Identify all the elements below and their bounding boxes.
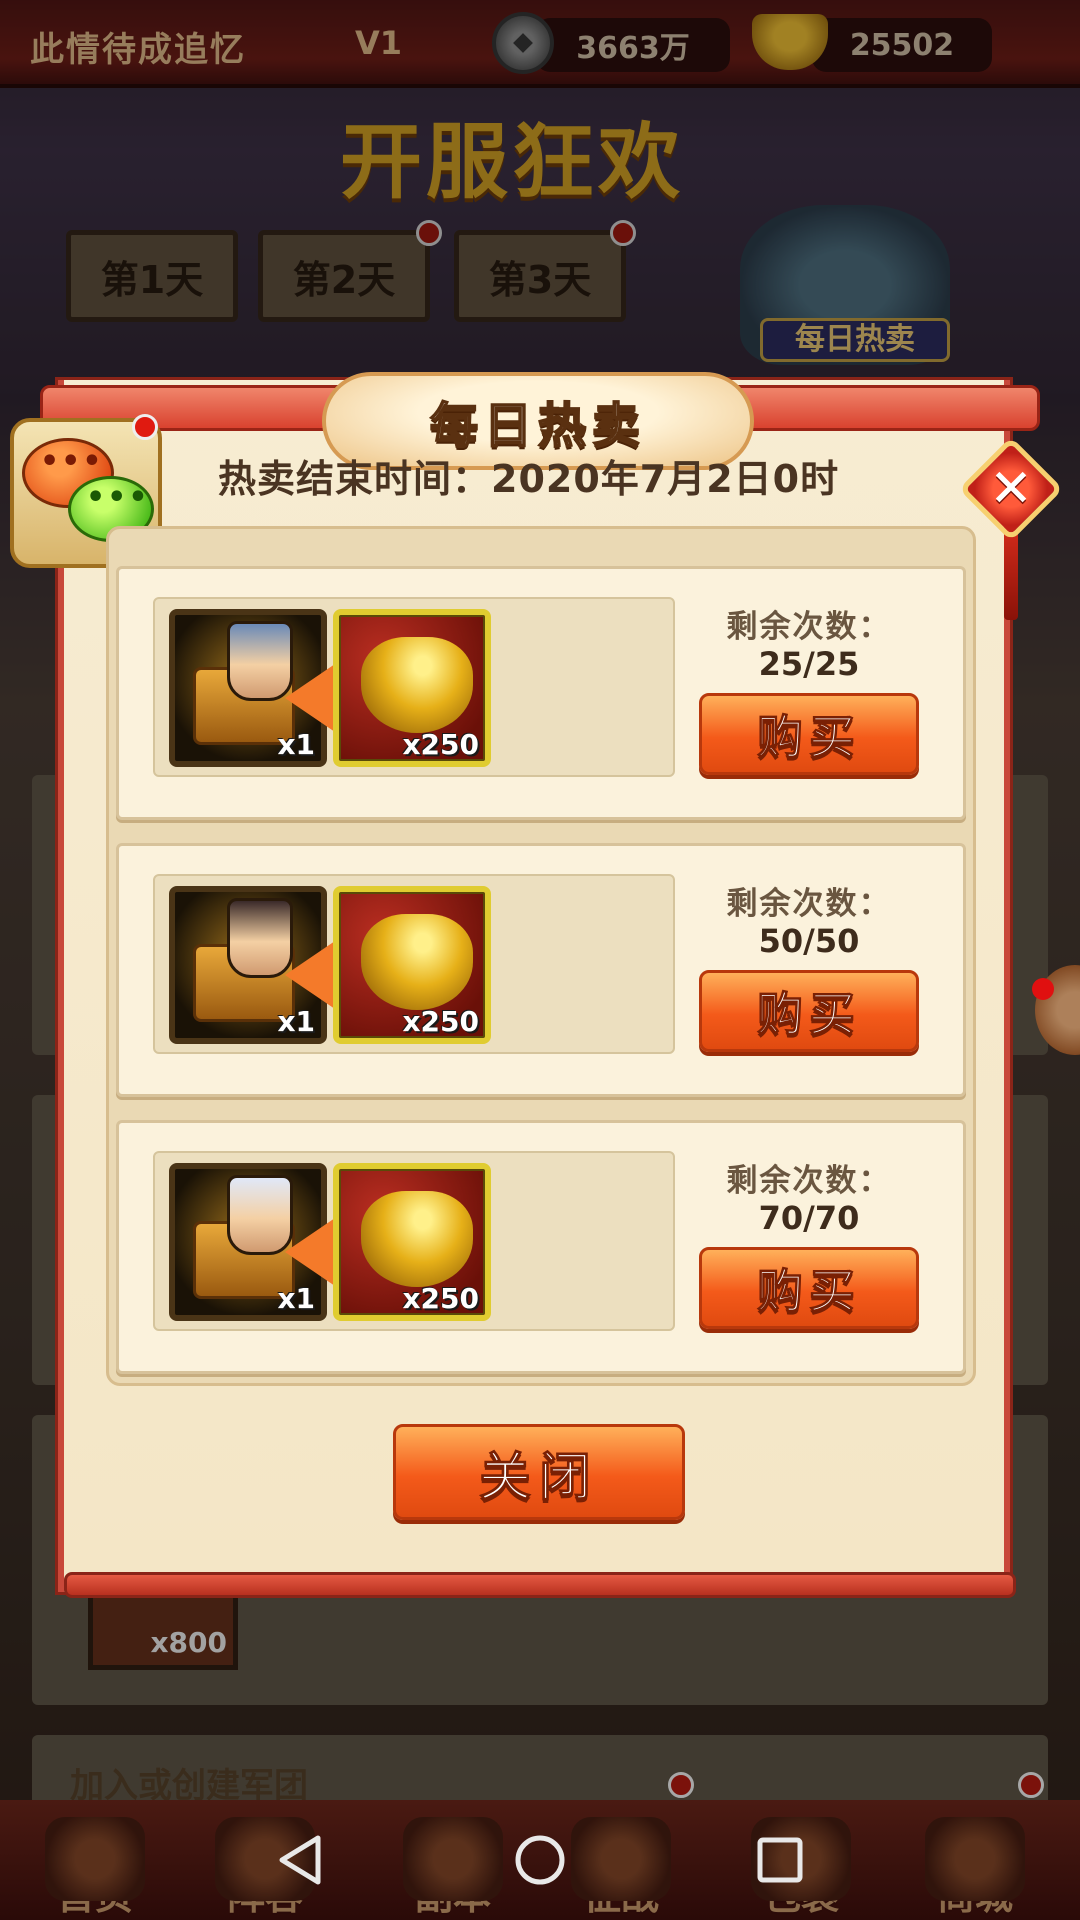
gold-value: 25502 [849, 27, 955, 63]
notification-dot [132, 414, 158, 440]
chat-dots-icon: ••• [86, 480, 150, 515]
chat-dots-icon: ••• [40, 444, 104, 479]
remaining-value: 25/25 [758, 645, 860, 683]
dungeon-icon [403, 1817, 503, 1901]
remaining-value: 50/50 [758, 922, 860, 960]
nav-home[interactable]: 首页 [20, 1800, 170, 1920]
tab-day-2[interactable]: 第2天 [258, 230, 430, 322]
exchange-arrowhead-icon [285, 1218, 335, 1286]
tab-day-2-label: 第2天 [292, 257, 396, 302]
exchange-arrowhead-icon [285, 664, 335, 732]
coin-counter: 3663万 [536, 18, 730, 72]
hero-chest-qty: x1 [277, 1005, 315, 1038]
buy-button[interactable]: 购买 [699, 970, 919, 1052]
gold-ingot-icon [361, 914, 473, 1010]
back-icon[interactable] [272, 1830, 332, 1890]
close-dialog-button[interactable]: 关闭 [393, 1424, 685, 1520]
sale-end-time: 热卖结束时间：2020年7月2日0时 [218, 457, 840, 501]
gold-cost-item[interactable]: x250 [333, 1163, 491, 1321]
dialog-title: 每日热卖 [429, 397, 646, 455]
buy-button-label: 购买 [757, 987, 861, 1042]
hero-portrait-icon [227, 621, 293, 701]
remaining-label: 剩余次数： [726, 1163, 892, 1199]
gold-cost-qty: x250 [402, 1005, 479, 1038]
nav-shop[interactable]: 商城 [900, 1800, 1050, 1920]
notification-dot [1032, 978, 1054, 1000]
home-circle-icon[interactable] [510, 1830, 570, 1890]
coin-icon [492, 12, 554, 74]
buy-button[interactable]: 购买 [699, 693, 919, 775]
hero-chest-qty: x1 [277, 728, 315, 761]
dialog-bottom-bar [64, 1572, 1016, 1598]
event-title: 开服狂欢 [340, 115, 685, 210]
gold-ingot-icon [361, 637, 473, 733]
gold-cost-item[interactable]: x250 [333, 609, 491, 767]
buy-button[interactable]: 购买 [699, 1247, 919, 1329]
tab-day-1[interactable]: 第1天 [66, 230, 238, 322]
offer-row: x1 x250 剩余次数： 50/50 购买 [116, 843, 966, 1097]
close-dialog-label: 关闭 [478, 1447, 599, 1508]
hero-portrait-icon [227, 898, 293, 978]
close-icon[interactable]: ✕ [974, 452, 1048, 526]
notification-dot [668, 1772, 694, 1798]
remaining-value: 70/70 [758, 1199, 860, 1237]
hero-portrait-icon [227, 1175, 293, 1255]
gold-ingot-icon [361, 1191, 473, 1287]
shop-icon [925, 1817, 1025, 1901]
player-name: 此情待成追忆 [30, 30, 246, 70]
campaign-icon [571, 1817, 671, 1901]
exchange-arrowhead-icon [285, 941, 335, 1009]
gold-counter: 25502 [812, 18, 992, 72]
buy-button-label: 购买 [757, 710, 861, 765]
tab-day-3-label: 第3天 [488, 257, 592, 302]
offer-row: x1 x250 剩余次数： 70/70 购买 [116, 1120, 966, 1374]
background-reward-qty: x800 [150, 1626, 227, 1659]
buy-button-label: 购买 [757, 1264, 861, 1319]
tassel-decoration [1004, 530, 1018, 620]
gold-cost-qty: x250 [402, 728, 479, 761]
notification-dot [416, 220, 442, 246]
gold-cost-qty: x250 [402, 1282, 479, 1315]
coin-value: 3663万 [576, 31, 690, 66]
notification-dot [1018, 1772, 1044, 1798]
recents-square-icon[interactable] [750, 1830, 810, 1890]
remaining-label: 剩余次数： [726, 886, 892, 922]
remaining-label: 剩余次数： [726, 609, 892, 645]
tab-day-3[interactable]: 第3天 [454, 230, 626, 322]
home-icon [45, 1817, 145, 1901]
vip-level: V1 [355, 24, 403, 62]
nav-dungeon[interactable]: 副本 [378, 1800, 528, 1920]
gold-cost-item[interactable]: x250 [333, 886, 491, 1044]
offer-row: x1 x250 剩余次数： 25/25 购买 [116, 566, 966, 820]
tab-day-1-label: 第1天 [100, 257, 204, 302]
hot-sale-entry-label: 每日热卖 [760, 318, 950, 362]
hero-chest-qty: x1 [277, 1282, 315, 1315]
notification-dot [610, 220, 636, 246]
